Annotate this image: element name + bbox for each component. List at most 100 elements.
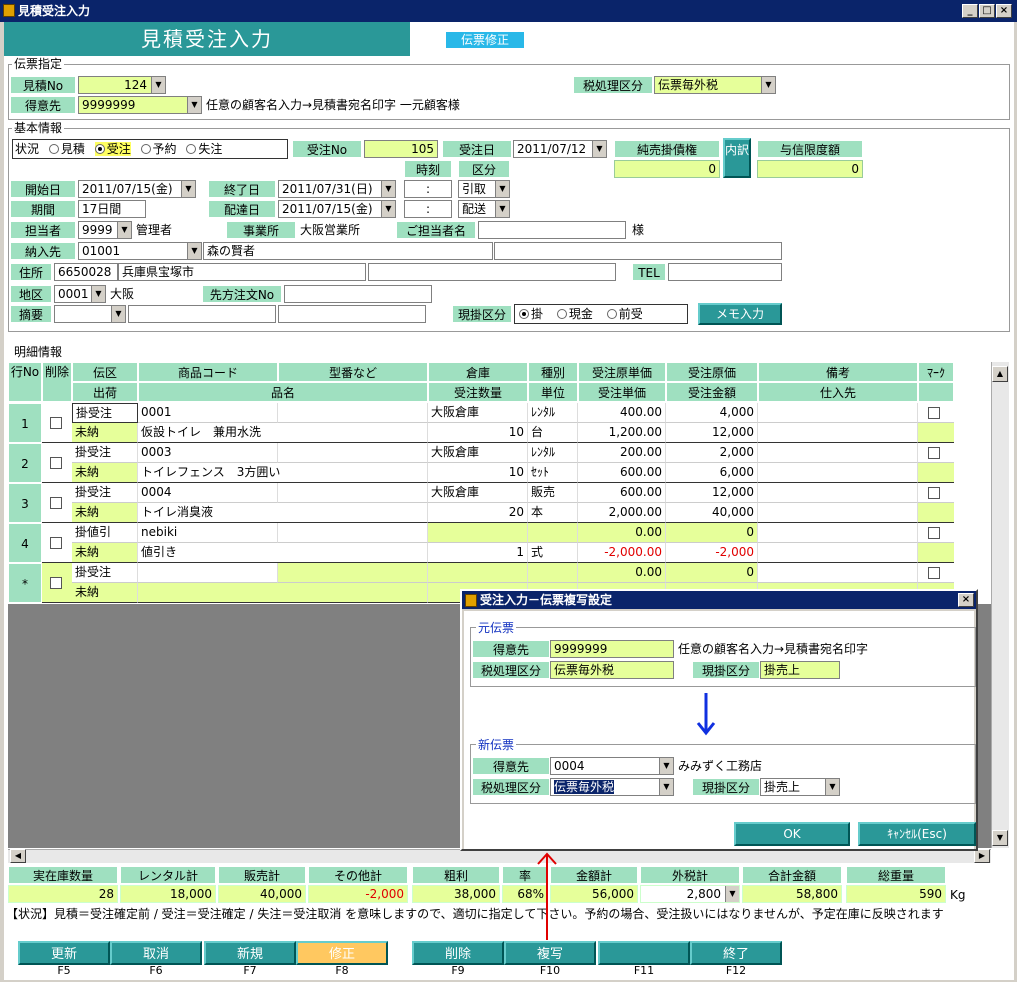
sakikata-field[interactable] xyxy=(284,285,432,303)
memo-button[interactable]: メモ入力 xyxy=(698,303,782,325)
fkey-button-f10[interactable]: 複写 xyxy=(504,941,596,965)
tanto-select[interactable]: 9999 ▼ xyxy=(78,221,132,239)
chevron-down-icon[interactable]: ▼ xyxy=(117,222,131,238)
nonyu-extra-field[interactable] xyxy=(494,242,782,260)
fkey-button-f11[interactable] xyxy=(598,941,690,965)
juchu-date-field[interactable]: 2011/07/12 ▼ xyxy=(513,140,607,158)
scroll-down-icon[interactable]: ▼ xyxy=(992,830,1008,846)
chevron-down-icon[interactable]: ▼ xyxy=(495,181,509,197)
nonyu-name-field[interactable]: 森の賢者 xyxy=(203,242,493,260)
cell-blank[interactable] xyxy=(278,403,428,423)
total-value-7[interactable]: 2,800 ▼ xyxy=(640,885,740,903)
delete-checkbox[interactable] xyxy=(50,457,62,469)
scroll-right-icon[interactable]: ▶ xyxy=(974,849,990,863)
dialog-ok-button[interactable]: OK xyxy=(734,822,850,846)
cell-suryo[interactable]: 10 xyxy=(428,423,528,443)
genkake-radio-genkin[interactable]: 現金 xyxy=(556,307,593,321)
cell-gen_tanka[interactable]: 200.00 xyxy=(578,443,666,463)
tax-select[interactable]: 伝票毎外税 ▼ xyxy=(654,76,776,94)
cell-tani[interactable]: 本 xyxy=(528,503,578,523)
cell-code[interactable]: 0003 xyxy=(138,443,278,463)
cell-blank[interactable] xyxy=(278,563,428,583)
cell-hinmei[interactable]: トイレ消臭液 xyxy=(138,503,428,523)
status-radio-mitsumori[interactable]: 見積 xyxy=(48,142,85,156)
cell-shubetsu[interactable]: ﾚﾝﾀﾙ xyxy=(528,403,578,423)
cell-genka[interactable]: 12,000 xyxy=(666,483,758,503)
cell-soko[interactable] xyxy=(428,563,528,583)
cell-kingaku[interactable]: -2,000 xyxy=(666,543,758,563)
cell-shiiresaki[interactable] xyxy=(758,543,918,563)
cell-kingaku[interactable]: 12,000 xyxy=(666,423,758,443)
start-date-field[interactable]: 2011/07/15(金) ▼ xyxy=(78,180,196,198)
cell-hinmei[interactable]: 仮設トイレ 兼用水洗 xyxy=(138,423,428,443)
chevron-down-icon[interactable]: ▼ xyxy=(825,779,839,795)
mark-checkbox[interactable] xyxy=(928,407,940,419)
cell-blank[interactable] xyxy=(278,483,428,503)
cell-shiiresaki[interactable] xyxy=(758,463,918,483)
cell-code[interactable] xyxy=(138,563,278,583)
mark-checkbox[interactable] xyxy=(928,447,940,459)
shin-tokuisaki-select[interactable]: 0004 ▼ xyxy=(550,757,674,775)
cell-tanka[interactable]: 1,200.00 xyxy=(578,423,666,443)
mark-checkbox[interactable] xyxy=(928,527,940,539)
cell-soko[interactable]: 大阪倉庫 xyxy=(428,403,528,423)
cell-genka[interactable]: 0 xyxy=(666,563,758,583)
delete-checkbox[interactable] xyxy=(50,497,62,509)
delete-checkbox[interactable] xyxy=(50,577,62,589)
kikan-field[interactable]: 17日間 xyxy=(78,200,146,218)
cell-genka[interactable]: 2,000 xyxy=(666,443,758,463)
chevron-down-icon[interactable]: ▼ xyxy=(381,181,395,197)
cell-blank[interactable] xyxy=(758,523,918,543)
time1-field[interactable]: : xyxy=(404,180,452,198)
status-radio-shicchu[interactable]: 失注 xyxy=(186,142,222,156)
cell-hinmei[interactable] xyxy=(138,583,428,603)
uchiwake-button[interactable]: 内訳 xyxy=(723,138,751,178)
grid-horizontal-scrollbar[interactable]: ◀ ▶ xyxy=(8,849,991,863)
cell-tani[interactable]: 台 xyxy=(528,423,578,443)
chevron-down-icon[interactable]: ▼ xyxy=(151,77,165,93)
cell-shukka[interactable]: 未納 xyxy=(72,543,138,563)
tekiyo-select[interactable]: ▼ xyxy=(54,305,126,323)
delete-checkbox[interactable] xyxy=(50,417,62,429)
kubun1-select[interactable]: 引取 ▼ xyxy=(458,180,510,198)
fkey-button-f9[interactable]: 削除 xyxy=(412,941,504,965)
cell-soko[interactable]: 大阪倉庫 xyxy=(428,483,528,503)
dialog-close-button[interactable]: × xyxy=(958,593,974,607)
cell-suryo[interactable]: 20 xyxy=(428,503,528,523)
close-button[interactable]: × xyxy=(996,4,1012,18)
cell-denku[interactable]: 掛受注 xyxy=(72,563,138,583)
cell-code[interactable]: nebiki xyxy=(138,523,278,543)
cell-gen_tanka[interactable]: 400.00 xyxy=(578,403,666,423)
kubun2-select[interactable]: 配送 ▼ xyxy=(458,200,510,218)
scroll-up-icon[interactable]: ▲ xyxy=(992,366,1008,382)
zip-field[interactable]: 6650028 xyxy=(54,263,118,281)
cell-denku[interactable]: 掛受注 xyxy=(72,443,138,463)
cell-genka[interactable]: 0 xyxy=(666,523,758,543)
cell-suryo[interactable]: 1 xyxy=(428,543,528,563)
delete-checkbox[interactable] xyxy=(50,537,62,549)
mark-checkbox[interactable] xyxy=(928,487,940,499)
chevron-down-icon[interactable]: ▼ xyxy=(91,286,105,302)
chevron-down-icon[interactable]: ▼ xyxy=(181,181,195,197)
tekiyo-field1[interactable] xyxy=(128,305,276,323)
cell-shukka[interactable]: 未納 xyxy=(72,503,138,523)
fkey-button-f5[interactable]: 更新 xyxy=(18,941,110,965)
tekiyo-field2[interactable] xyxy=(278,305,426,323)
cell-gen_tanka[interactable]: 0.00 xyxy=(578,523,666,543)
cell-kingaku[interactable]: 40,000 xyxy=(666,503,758,523)
cell-denku[interactable]: 掛受注 xyxy=(72,403,138,423)
cell-blank[interactable] xyxy=(278,443,428,463)
fkey-button-f8[interactable]: 修正 xyxy=(296,941,388,965)
cell-gen_tanka[interactable]: 0.00 xyxy=(578,563,666,583)
chevron-down-icon[interactable]: ▼ xyxy=(381,201,395,217)
grid-vertical-scrollbar[interactable]: ▲ ▼ xyxy=(991,362,1009,848)
gotanto-field[interactable] xyxy=(478,221,626,239)
status-radio-juchu[interactable]: 受注 xyxy=(94,142,131,156)
maximize-button[interactable]: □ xyxy=(979,4,995,18)
cell-hinmei[interactable]: トイレフェンス 3方囲い xyxy=(138,463,428,483)
cell-shukka[interactable]: 未納 xyxy=(72,423,138,443)
cell-blank[interactable] xyxy=(758,563,918,583)
minimize-button[interactable]: _ xyxy=(962,4,978,18)
cell-code[interactable]: 0001 xyxy=(138,403,278,423)
cell-genka[interactable]: 4,000 xyxy=(666,403,758,423)
